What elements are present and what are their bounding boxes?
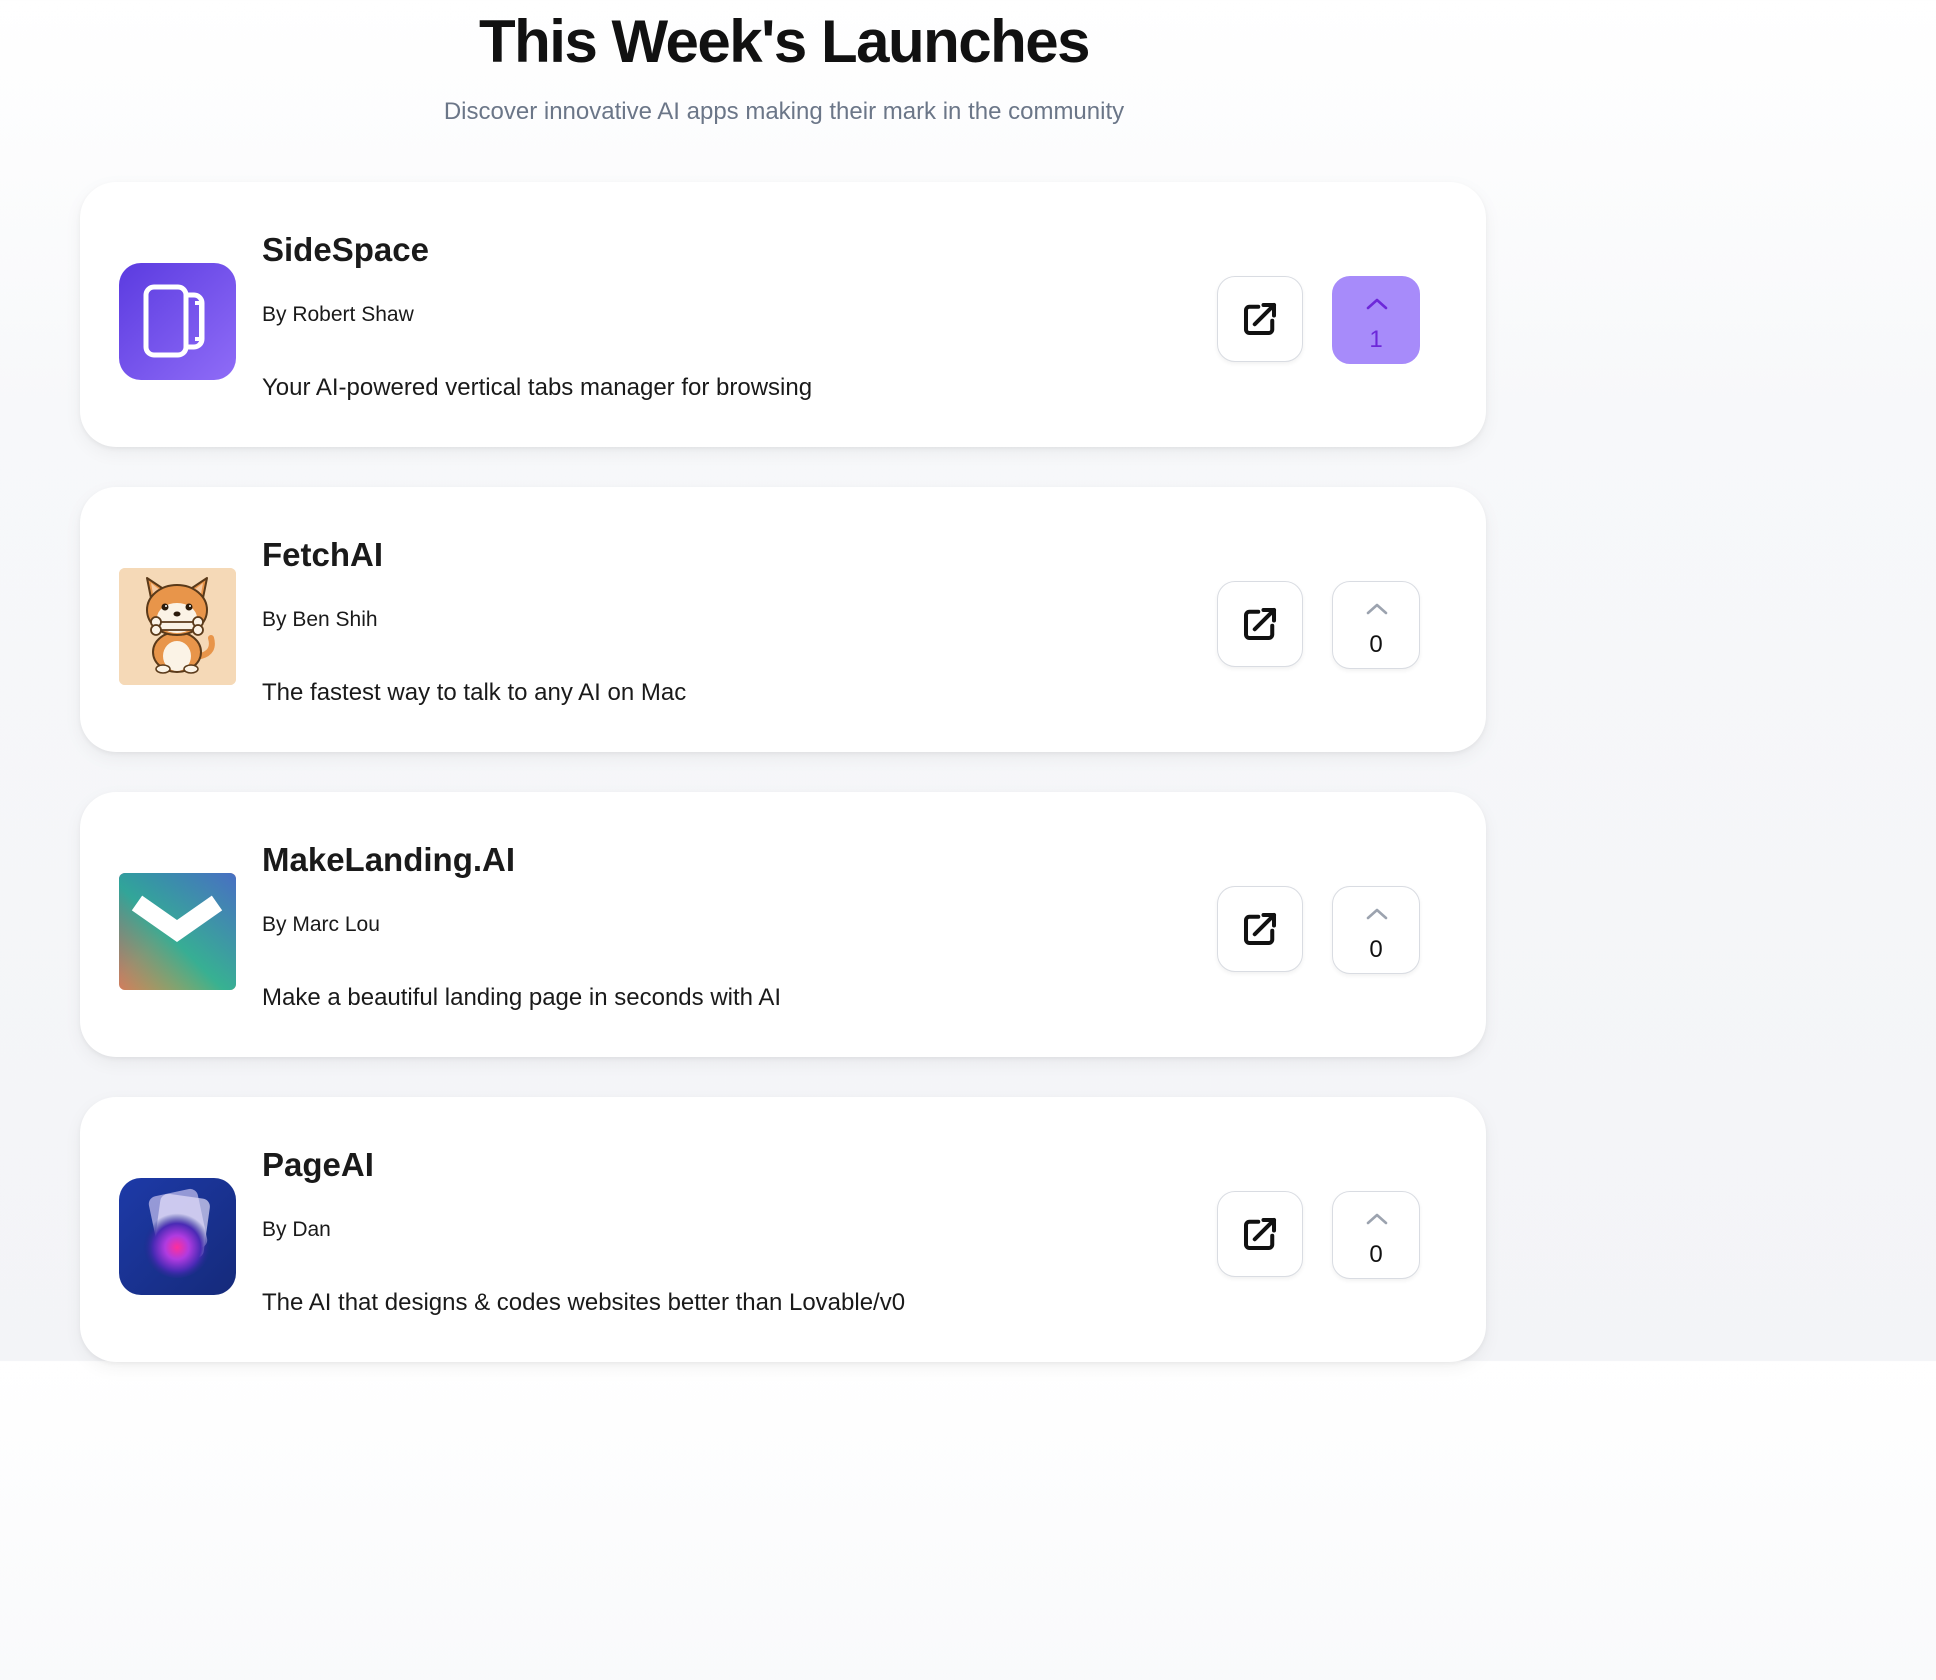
app-name[interactable]: PageAI bbox=[262, 1143, 374, 1187]
launch-card-sidespace[interactable]: SideSpace By Robert Shaw Your AI-powered… bbox=[80, 182, 1486, 447]
external-link-icon bbox=[1243, 1217, 1277, 1251]
sidespace-logo-icon bbox=[119, 263, 236, 380]
app-description: Your AI-powered vertical tabs manager fo… bbox=[262, 374, 813, 401]
pageai-logo-icon bbox=[119, 1178, 236, 1295]
upvote-count: 0 bbox=[1369, 1241, 1383, 1268]
external-link-icon bbox=[1243, 607, 1277, 641]
makelanding-logo-icon bbox=[119, 873, 236, 990]
upvote-count: 0 bbox=[1369, 631, 1383, 658]
page-subtitle: Discover innovative AI apps making their… bbox=[443, 98, 1125, 125]
visit-website-button[interactable] bbox=[1217, 1191, 1303, 1277]
external-link-icon bbox=[1243, 302, 1277, 336]
app-author: By Robert Shaw bbox=[262, 303, 414, 326]
visit-website-button[interactable] bbox=[1217, 581, 1303, 667]
chevron-up-icon bbox=[1366, 298, 1388, 310]
launch-card-pageai[interactable]: PageAI By Dan The AI that designs & code… bbox=[80, 1097, 1486, 1362]
app-author: By Ben Shih bbox=[262, 608, 378, 631]
shiba-dog-logo-icon bbox=[119, 568, 236, 685]
visit-website-button[interactable] bbox=[1217, 276, 1303, 362]
app-name[interactable]: FetchAI bbox=[262, 533, 383, 577]
app-name[interactable]: MakeLanding.AI bbox=[262, 838, 515, 882]
app-description: The AI that designs & codes websites bet… bbox=[262, 1289, 906, 1316]
page-title: This Week's Launches bbox=[478, 8, 1091, 75]
app-name[interactable]: SideSpace bbox=[262, 228, 429, 272]
launch-card-makelanding[interactable]: MakeLanding.AI By Marc Lou Make a beauti… bbox=[80, 792, 1486, 1057]
app-description: Make a beautiful landing page in seconds… bbox=[262, 984, 782, 1011]
app-author: By Marc Lou bbox=[262, 913, 380, 936]
chevron-up-icon bbox=[1366, 603, 1388, 615]
chevron-up-icon bbox=[1366, 908, 1388, 920]
chevron-up-icon bbox=[1366, 1213, 1388, 1225]
upvote-button[interactable]: 1 bbox=[1332, 276, 1420, 364]
upvote-count: 0 bbox=[1369, 936, 1383, 963]
app-author: By Dan bbox=[262, 1218, 331, 1241]
launch-card-fetchai[interactable]: FetchAI By Ben Shih The fastest way to t… bbox=[80, 487, 1486, 752]
upvote-button[interactable]: 0 bbox=[1332, 1191, 1420, 1279]
visit-website-button[interactable] bbox=[1217, 886, 1303, 972]
upvote-button[interactable]: 0 bbox=[1332, 886, 1420, 974]
upvote-button[interactable]: 0 bbox=[1332, 581, 1420, 669]
upvote-count: 1 bbox=[1369, 326, 1383, 353]
external-link-icon bbox=[1243, 912, 1277, 946]
app-description: The fastest way to talk to any AI on Mac bbox=[262, 679, 687, 706]
